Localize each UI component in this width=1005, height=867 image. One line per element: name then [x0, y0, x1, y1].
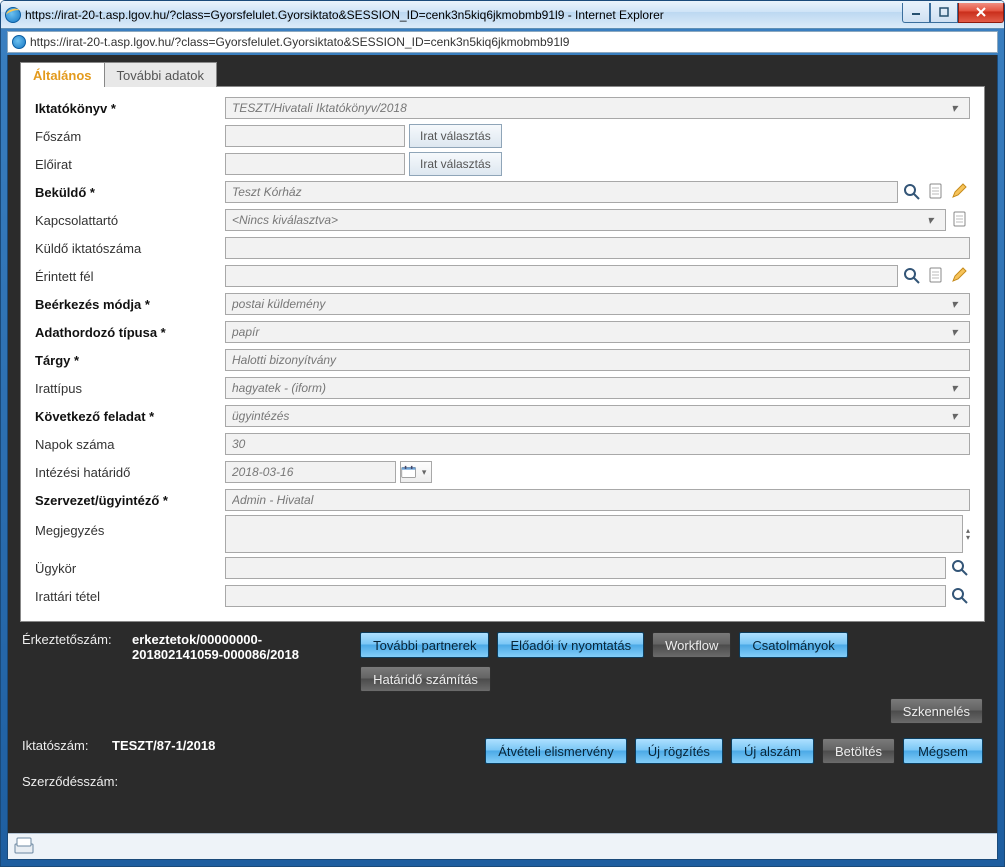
chevron-down-icon: ▾ [945, 325, 963, 339]
button-szkenneles[interactable]: Szkennelés [890, 698, 983, 724]
label-erkeztetoszam: Érkeztetőszám: [22, 632, 132, 647]
button-foszam-irat-valasztas[interactable]: Irat választás [409, 124, 502, 148]
search-icon[interactable] [902, 182, 922, 202]
label-targy: Tárgy * [35, 353, 225, 368]
label-kovfeladat: Következő feladat * [35, 409, 225, 424]
label-ugykor: Ügykör [35, 561, 225, 576]
input-eloirat[interactable] [225, 153, 405, 175]
button-eloirat-irat-valasztas[interactable]: Irat választás [409, 152, 502, 176]
ie-favicon-icon [12, 35, 26, 49]
search-icon[interactable] [950, 558, 970, 578]
minimize-button[interactable] [902, 3, 930, 23]
button-workflow[interactable]: Workflow [652, 632, 731, 658]
calendar-button[interactable]: ▾ [400, 461, 432, 483]
scanner-icon[interactable] [14, 836, 34, 857]
label-napok: Napok száma [35, 437, 225, 452]
tab-strip: Általános További adatok [8, 55, 997, 86]
search-icon[interactable] [902, 266, 922, 286]
document-icon[interactable] [926, 266, 946, 286]
input-ugykor[interactable] [225, 557, 946, 579]
select-iktatokonyv-value: TESZT/Hivatali Iktatókönyv/2018 [232, 101, 407, 115]
tab-altalanos[interactable]: Általános [20, 62, 105, 87]
select-beerkezes-value: postai küldemény [232, 297, 325, 311]
select-irattipus[interactable]: hagyatek - (iform) ▾ [225, 377, 970, 399]
select-beerkezes[interactable]: postai küldemény ▾ [225, 293, 970, 315]
label-hatarido: Intézési határidő [35, 465, 225, 480]
label-bekuldo: Beküldő * [35, 185, 225, 200]
label-iktatokonyv: Iktatókönyv * [35, 101, 225, 116]
window-frame: https://irat-20-t.asp.lgov.hu/?class=Gyo… [0, 0, 1005, 867]
tab-tovabbi-adatok[interactable]: További adatok [104, 62, 217, 87]
title-bar: https://irat-20-t.asp.lgov.hu/?class=Gyo… [1, 1, 1004, 29]
value-iktatoszam: TESZT/87-1/2018 [112, 738, 215, 753]
input-napok[interactable] [225, 433, 970, 455]
button-tovabbi-partnerek[interactable]: További partnerek [360, 632, 489, 658]
select-irattipus-value: hagyatek - (iform) [232, 381, 326, 395]
label-irattipus: Irattípus [35, 381, 225, 396]
input-erintett[interactable] [225, 265, 898, 287]
button-csatolmanyok[interactable]: Csatolmányok [739, 632, 847, 658]
label-kuldoikt: Küldő iktatószáma [35, 241, 225, 256]
status-bar [8, 833, 997, 859]
label-kapcsolattarto: Kapcsolattartó [35, 213, 225, 228]
edit-icon[interactable] [950, 182, 970, 202]
chevron-down-icon: ▾ [945, 297, 963, 311]
label-megj: Megjegyzés [35, 515, 225, 538]
search-icon[interactable] [950, 586, 970, 606]
chevron-down-icon: ▾ [945, 409, 963, 423]
button-betoltes[interactable]: Betöltés [822, 738, 895, 764]
address-bar[interactable]: https://irat-20-t.asp.lgov.hu/?class=Gyo… [7, 31, 998, 53]
url-text: https://irat-20-t.asp.lgov.hu/?class=Gyo… [30, 35, 569, 49]
chevron-down-icon: ▾ [945, 381, 963, 395]
footer-area: Érkeztetőszám: erkeztetok/00000000-20180… [8, 622, 997, 833]
label-szerzodesszam: Szerződésszám: [22, 774, 142, 789]
input-bekuldo[interactable] [225, 181, 898, 203]
label-adathordozo: Adathordozó típusa * [35, 325, 225, 340]
input-irattari[interactable] [225, 585, 946, 607]
chevron-down-icon: ▾ [417, 467, 431, 478]
chevron-down-icon: ▾ [921, 213, 939, 227]
label-irattari: Irattári tétel [35, 589, 225, 604]
ie-icon [5, 7, 21, 23]
label-iktatoszam: Iktatószám: [22, 738, 112, 753]
button-hatarido-szamitas[interactable]: Határidő számítás [360, 666, 491, 692]
edit-icon[interactable] [950, 266, 970, 286]
maximize-button[interactable] [930, 3, 958, 23]
label-beerkezes: Beérkezés módja * [35, 297, 225, 312]
select-kovfeladat[interactable]: ügyintézés ▾ [225, 405, 970, 427]
input-szerv[interactable] [225, 489, 970, 511]
button-uj-rogzites[interactable]: Új rögzítés [635, 738, 723, 764]
form-panel: Iktatókönyv * TESZT/Hivatali Iktatókönyv… [20, 86, 985, 622]
label-erintett: Érintett fél [35, 269, 225, 284]
button-megsem[interactable]: Mégsem [903, 738, 983, 764]
button-eloadoi-iv[interactable]: Előadói ív nyomtatás [497, 632, 644, 658]
button-atveteli[interactable]: Átvételi elismervény [485, 738, 627, 764]
label-szerv: Szervezet/ügyintéző * [35, 493, 225, 508]
chevron-down-icon: ▾ [945, 101, 963, 115]
label-eloirat: Előirat [35, 157, 225, 172]
select-adathordozo-value: papír [232, 325, 259, 339]
input-foszam[interactable] [225, 125, 405, 147]
button-uj-alszam[interactable]: Új alszám [731, 738, 814, 764]
input-kuldoikt[interactable] [225, 237, 970, 259]
label-foszam: Főszám [35, 129, 225, 144]
select-kovfeladat-value: ügyintézés [232, 409, 289, 423]
select-iktatokonyv[interactable]: TESZT/Hivatali Iktatókönyv/2018 ▾ [225, 97, 970, 119]
textarea-megj[interactable] [225, 515, 963, 553]
document-icon[interactable] [926, 182, 946, 202]
select-kapcsolattarto-value: <Nincs kiválasztva> [232, 213, 338, 227]
document-icon[interactable] [950, 210, 970, 230]
select-kapcsolattarto[interactable]: <Nincs kiválasztva> ▾ [225, 209, 946, 231]
window-title: https://irat-20-t.asp.lgov.hu/?class=Gyo… [25, 8, 902, 22]
down-arrow-icon[interactable]: ▾ [966, 534, 970, 541]
client-area: Általános További adatok Iktatókönyv * T… [7, 55, 998, 860]
input-hatarido[interactable] [225, 461, 396, 483]
value-erkeztetoszam: erkeztetok/00000000-201802141059-000086/… [132, 632, 352, 662]
select-adathordozo[interactable]: papír ▾ [225, 321, 970, 343]
close-button[interactable] [958, 3, 1004, 23]
input-targy[interactable] [225, 349, 970, 371]
